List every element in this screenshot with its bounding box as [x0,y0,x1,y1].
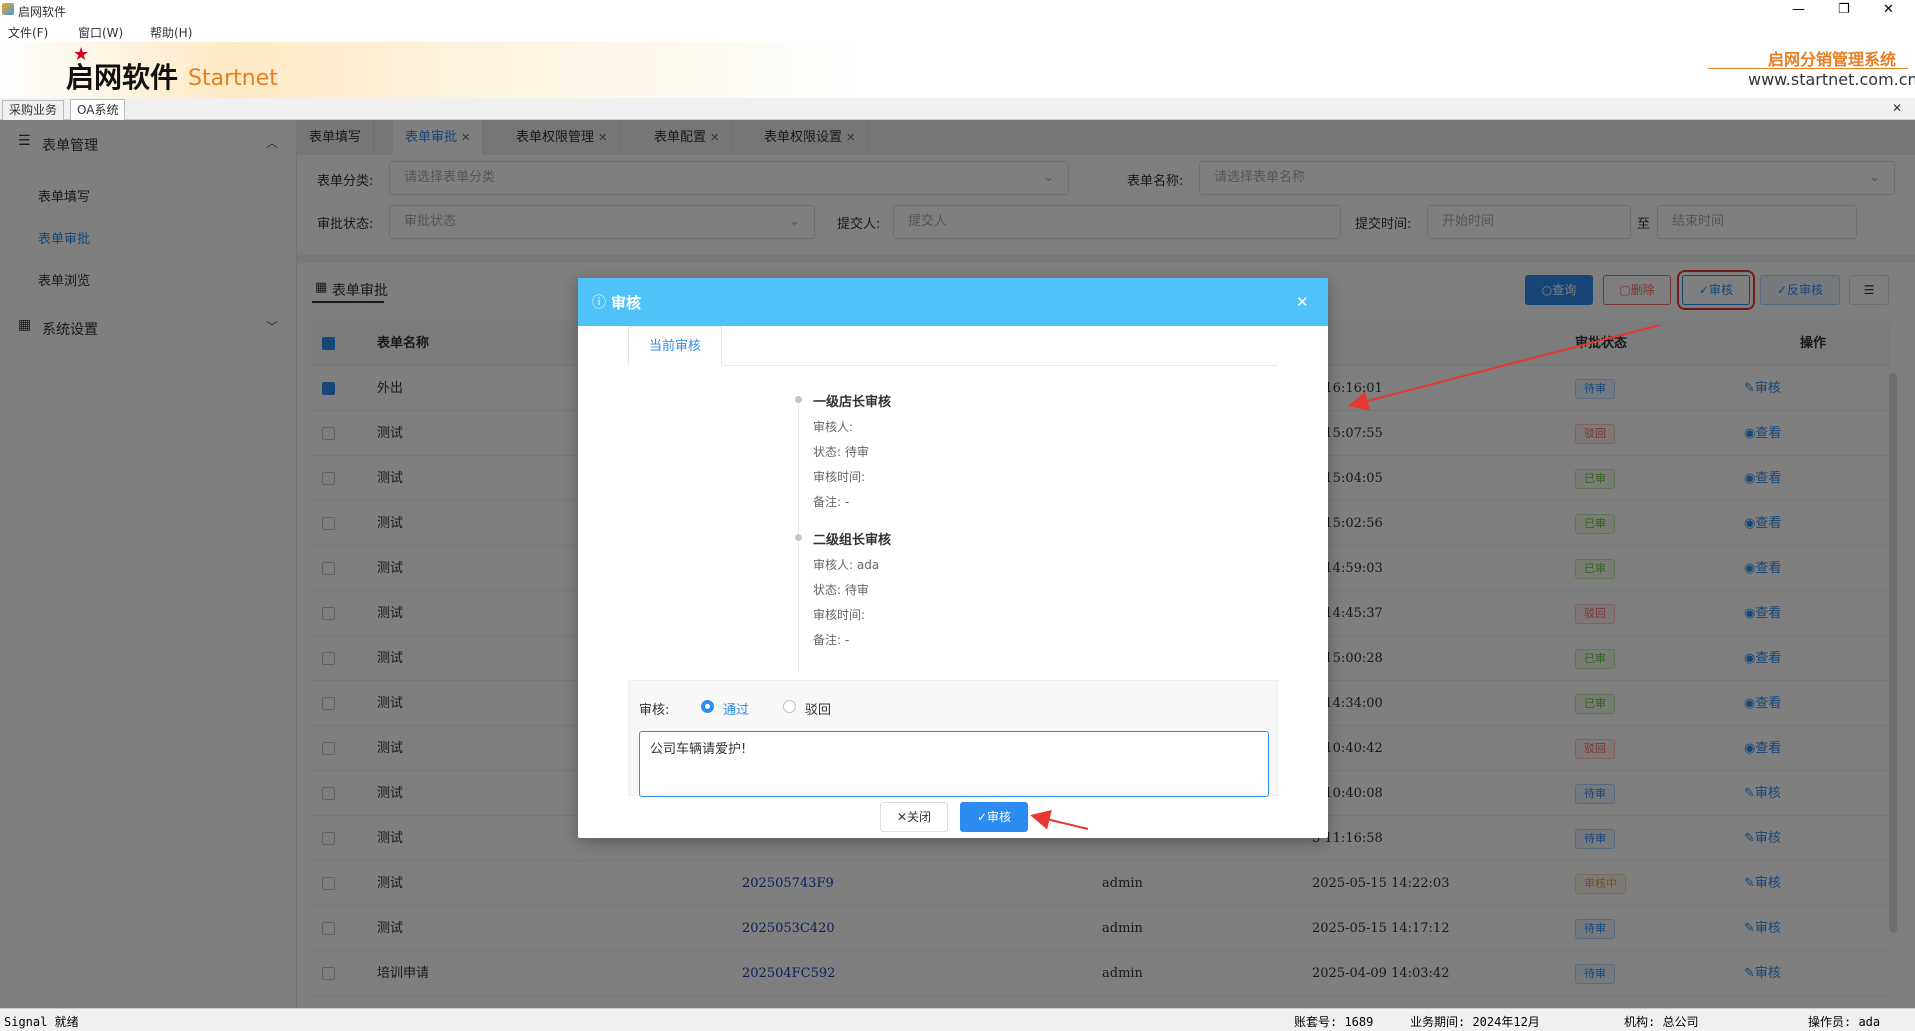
step-1-status: 状态: 待审 [813,445,869,459]
radio-pass[interactable]: 通过 [701,697,771,718]
status-bar: Signal 就绪 账套号: 1689 业务期间: 2024年12月 机构: 总… [0,1008,1915,1031]
status-org: 机构: 总公司 [1624,1015,1699,1029]
window-title: 启网软件 [18,5,67,19]
timeline-dot [795,534,802,541]
radio-reject-label: 驳回 [805,703,832,718]
menu-help[interactable]: 帮助(H) [150,24,192,41]
step-2-time: 审核时间: [813,608,866,622]
approve-label: 审核 [987,810,1012,824]
window-title-bar: 启网软件 — ❐ ✕ [0,0,1915,20]
status-period: 业务期间: 2024年12月 [1410,1015,1540,1029]
radio-reject[interactable]: 驳回 [783,697,853,718]
comment-textarea[interactable]: 公司车辆请爱护! [639,731,1269,797]
timeline-dot [795,396,802,403]
status-operator: 操作员: ada [1808,1015,1881,1029]
app-tab-oa-label: OA系统 [77,103,119,117]
approval-dialog: ⓘ 审核 ✕ 当前审核 一级店长审核 审核人: 状态: 待审 审核时间: 备注:… [578,278,1328,838]
app-tab-purchase[interactable]: 采购业务 [2,100,65,120]
brand-divider [1708,68,1908,69]
step-2-status: 状态: 待审 [813,583,869,597]
close-window-button[interactable]: ✕ [1883,2,1894,17]
step-1-title: 一级店长审核 [813,395,892,410]
menu-bar: 文件(F) 窗口(W) 帮助(H) [0,20,1915,42]
status-account: 账套号: 1689 [1294,1015,1374,1029]
dialog-approve-button[interactable]: ✓审核 [960,802,1028,832]
dialog-header: ⓘ 审核 ✕ [578,278,1328,326]
step-1-time: 审核时间: [813,470,866,484]
audit-form: 审核: 通过 驳回 公司车辆请爱护! [628,680,1278,797]
dialog-tabs: 当前审核 [628,326,1278,366]
close-label: 关闭 [907,810,932,824]
radio-checked-icon [701,700,714,713]
radio-pass-label: 通过 [723,703,750,718]
tab-label: 当前审核 [649,339,702,354]
brand-banner: ★ 启网软件 Startnet 启网分销管理系统 www.startnet.co… [0,42,1915,98]
brand-url: www.startnet.com.cn [1748,70,1915,89]
step-1-approver: 审核人: [813,420,854,434]
audit-label: 审核: [639,703,670,718]
app-tabs: 采购业务 OA系统 ✕ [0,98,1915,120]
info-icon: ⓘ [592,295,606,311]
minimize-button[interactable]: — [1792,2,1805,17]
brand-latin: Startnet [188,66,278,91]
brand-name: 启网软件 [66,61,179,94]
app-tab-purchase-label: 采购业务 [9,103,58,117]
close-app-tab-icon[interactable]: ✕ [1892,101,1902,115]
app-icon [2,3,14,15]
menu-file[interactable]: 文件(F) [8,24,48,41]
step-2-title: 二级组长审核 [813,533,892,548]
radio-unchecked-icon [783,700,796,713]
dialog-close-button[interactable]: ✕关闭 [880,802,948,832]
dialog-title: 审核 [611,294,642,312]
status-ready: Signal 就绪 [4,1015,79,1029]
dialog-close-icon[interactable]: ✕ [1296,293,1309,311]
tab-current-approval[interactable]: 当前审核 [628,326,723,366]
maximize-button[interactable]: ❐ [1838,2,1850,17]
comment-text: 公司车辆请爱护! [650,742,747,757]
step-2-approver: 审核人: ada [813,558,880,572]
step-1-note: 备注: - [813,495,850,509]
step-2-note: 备注: - [813,633,850,647]
system-name: 启网分销管理系统 [1768,50,1897,69]
menu-window[interactable]: 窗口(W) [78,24,123,41]
app-tab-oa[interactable]: OA系统 [70,99,126,120]
